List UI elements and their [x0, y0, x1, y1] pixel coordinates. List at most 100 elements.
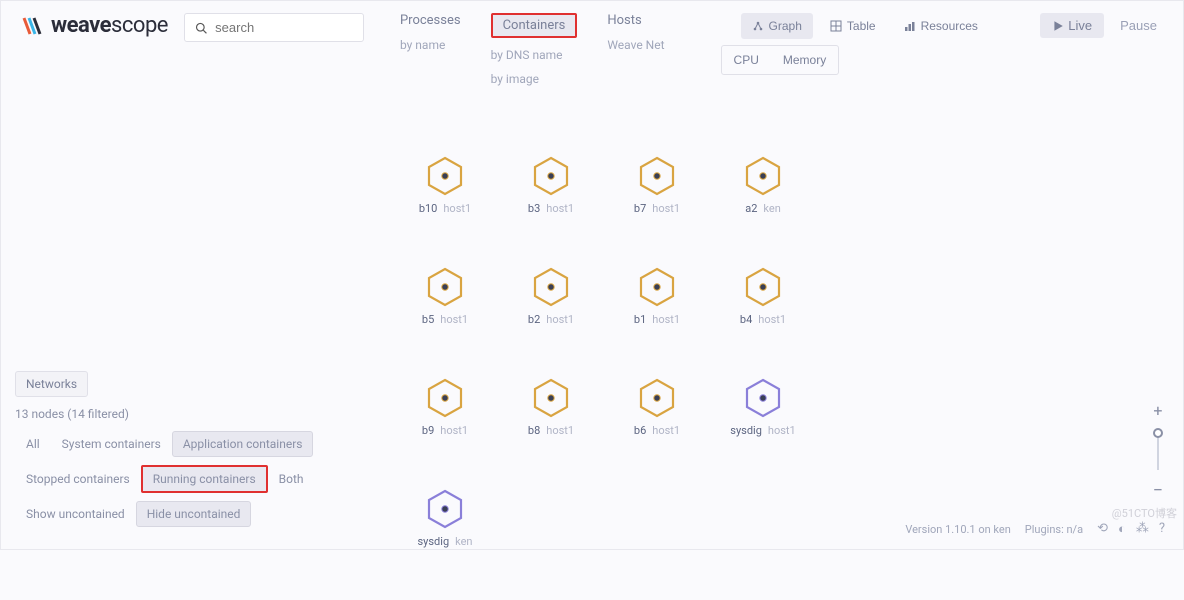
- node-host: host1: [440, 313, 468, 326]
- pause-button[interactable]: Pause: [1114, 13, 1163, 38]
- hexagon-icon: [637, 267, 677, 307]
- container-node[interactable]: b9 host1: [421, 378, 469, 437]
- node-host: host1: [546, 313, 574, 326]
- hexagon-icon: [425, 378, 465, 418]
- play-icon: [1052, 20, 1064, 32]
- logo: weavescope: [21, 13, 168, 38]
- node-name: b3: [528, 202, 540, 215]
- nav-processes[interactable]: Processes: [400, 13, 461, 28]
- graph-icon: [752, 20, 764, 32]
- help-icon[interactable]: ?: [1159, 521, 1165, 537]
- container-node[interactable]: b6 host1: [633, 378, 681, 437]
- filter-running[interactable]: Running containers: [141, 465, 268, 493]
- node-host: host1: [546, 202, 574, 215]
- container-node[interactable]: a2 ken: [739, 156, 787, 215]
- filter-stopped[interactable]: Stopped containers: [15, 466, 141, 492]
- metric-cpu[interactable]: CPU: [724, 48, 769, 72]
- brand-strong: weave: [51, 13, 111, 38]
- view-graph[interactable]: Graph: [741, 13, 813, 39]
- zoom-control: + −: [1153, 401, 1163, 501]
- container-node[interactable]: b3 host1: [527, 156, 575, 215]
- contrast-icon[interactable]: ◐: [1118, 521, 1126, 537]
- hexagon-icon: [743, 156, 783, 196]
- node-name: b6: [634, 424, 646, 437]
- node-host: host1: [652, 202, 680, 215]
- zoom-out[interactable]: −: [1153, 480, 1163, 501]
- node-host: host1: [546, 424, 574, 437]
- hexagon-icon: [425, 489, 465, 529]
- container-node[interactable]: b10 host1: [421, 156, 469, 215]
- topology-canvas[interactable]: b10 host1 b3 host1 b7 host1 a2 ken b5 host1 b2 host…: [421, 156, 787, 600]
- footer-version: Version 1.10.1 on ken: [905, 523, 1010, 536]
- hexagon-icon: [531, 378, 571, 418]
- table-icon: [830, 20, 842, 32]
- node-host: host1: [768, 424, 796, 437]
- hexagon-icon: [425, 156, 465, 196]
- filter-system[interactable]: System containers: [51, 431, 172, 457]
- node-host: ken: [455, 535, 472, 548]
- container-node[interactable]: sysdig ken: [421, 489, 469, 548]
- node-name: b5: [422, 313, 434, 326]
- zoom-in[interactable]: +: [1153, 401, 1162, 420]
- node-host: ken: [763, 202, 780, 215]
- nav-hosts[interactable]: Hosts: [607, 13, 664, 28]
- hexagon-icon: [531, 156, 571, 196]
- networks-button[interactable]: Networks: [15, 371, 88, 397]
- nav-processes-byname[interactable]: by name: [400, 38, 461, 52]
- node-name: b10: [419, 202, 438, 215]
- filter-all[interactable]: All: [15, 431, 51, 457]
- node-name: sysdig: [730, 424, 762, 437]
- search-box[interactable]: [184, 13, 364, 42]
- nav-hosts-weavenet[interactable]: Weave Net: [607, 38, 664, 52]
- node-name: b8: [528, 424, 540, 437]
- container-node[interactable]: b7 host1: [633, 156, 681, 215]
- hexagon-icon: [637, 156, 677, 196]
- node-name: b7: [634, 202, 646, 215]
- metric-memory[interactable]: Memory: [773, 48, 836, 72]
- node-name: sysdig: [418, 535, 450, 548]
- view-table[interactable]: Table: [819, 13, 887, 39]
- filter-hide-uncontained[interactable]: Hide uncontained: [136, 501, 252, 527]
- container-node[interactable]: b4 host1: [739, 267, 787, 326]
- container-node[interactable]: b5 host1: [421, 267, 469, 326]
- nav-containers-image[interactable]: by image: [491, 72, 578, 86]
- filter-panel: Networks 13 nodes (14 filtered) All Syst…: [15, 371, 315, 535]
- search-icon: [195, 21, 207, 35]
- container-node[interactable]: b1 host1: [633, 267, 681, 326]
- container-node[interactable]: b8 host1: [527, 378, 575, 437]
- brand-light: scope: [111, 13, 168, 38]
- node-name: b1: [634, 313, 646, 326]
- filter-application[interactable]: Application containers: [172, 431, 314, 457]
- view-resources[interactable]: Resources: [893, 13, 989, 39]
- hexagon-icon: [531, 267, 571, 307]
- node-name: b2: [528, 313, 540, 326]
- node-host: host1: [652, 313, 680, 326]
- debug-icon[interactable]: ⁂: [1136, 521, 1149, 537]
- logo-icon: [21, 14, 45, 38]
- node-name: b9: [422, 424, 434, 437]
- node-host: host1: [758, 313, 786, 326]
- node-host: host1: [440, 424, 468, 437]
- resources-icon: [904, 20, 916, 32]
- node-host: host1: [652, 424, 680, 437]
- node-name: b4: [740, 313, 752, 326]
- hexagon-icon: [637, 378, 677, 418]
- nav-containers-dns[interactable]: by DNS name: [491, 48, 578, 62]
- footer: Version 1.10.1 on ken Plugins: n/a ⟲ ◐ ⁂…: [905, 521, 1165, 537]
- filter-show-uncontained[interactable]: Show uncontained: [15, 501, 136, 527]
- container-node[interactable]: b2 host1: [527, 267, 575, 326]
- container-node[interactable]: sysdighost1: [739, 378, 787, 437]
- node-status: 13 nodes (14 filtered): [15, 407, 315, 421]
- search-input[interactable]: [215, 20, 353, 35]
- footer-plugins: Plugins: n/a: [1025, 523, 1083, 536]
- hexagon-icon: [743, 267, 783, 307]
- node-name: a2: [745, 202, 757, 215]
- refresh-icon[interactable]: ⟲: [1097, 521, 1108, 537]
- zoom-slider[interactable]: [1157, 430, 1159, 470]
- filter-both[interactable]: Both: [268, 466, 315, 492]
- hexagon-icon: [743, 378, 783, 418]
- watermark: @51CTO博客: [1112, 505, 1177, 521]
- node-host: host1: [443, 202, 471, 215]
- live-button[interactable]: Live: [1040, 13, 1104, 38]
- nav-containers[interactable]: Containers: [491, 13, 578, 38]
